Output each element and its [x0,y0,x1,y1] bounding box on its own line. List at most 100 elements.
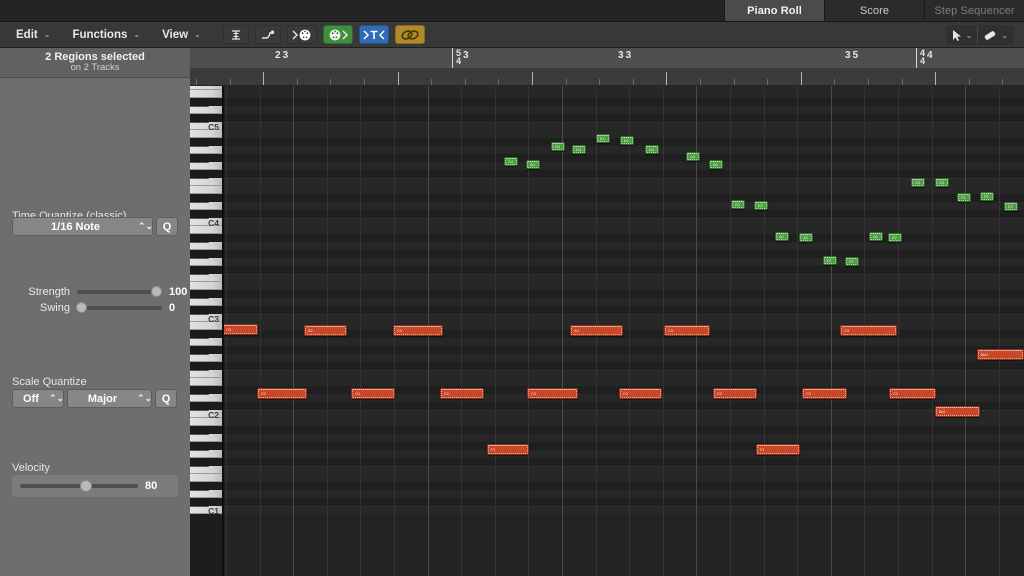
piano-black-key[interactable] [190,498,209,506]
piano-black-key[interactable] [190,482,209,490]
piano-white-key[interactable] [190,130,222,138]
piano-black-key[interactable] [190,346,209,354]
piano-white-key[interactable] [190,338,222,346]
note-orange[interactable]: C2 [802,388,847,399]
time-quantize-select[interactable]: 1/16 Note ⌃⌄ [12,217,153,236]
strength-slider-knob[interactable] [151,286,162,297]
note-green[interactable]: E3 [754,201,768,210]
note-green[interactable]: C4 [504,157,518,166]
pointer-tool[interactable]: ⌄ [947,26,978,44]
note-orange[interactable]: C2 [713,388,757,399]
piano-white-key[interactable] [190,298,222,306]
note-green[interactable]: A2 [799,233,813,242]
midi-thru-button[interactable] [358,25,389,44]
note-green[interactable]: F3 [980,192,994,201]
note-green[interactable]: E4 [596,134,610,143]
note-green[interactable]: A2 [869,232,883,241]
note-orange[interactable]: C2 [257,388,307,399]
tab-piano-roll[interactable]: Piano Roll [724,0,824,21]
piano-white-key[interactable] [190,466,222,474]
piano-keyboard[interactable]: C5 C4 C3 C2 C1 [190,86,222,576]
eraser-tool[interactable]: ⌄ [977,26,1013,44]
scale-quantize-scale-select[interactable]: Major ⌃⌄ [67,389,152,408]
piano-black-key[interactable] [190,426,209,434]
piano-black-key[interactable] [190,306,209,314]
piano-white-key[interactable] [190,258,222,266]
piano-white-key[interactable] [190,226,222,234]
piano-black-key[interactable] [190,234,209,242]
piano-black-key[interactable] [190,98,209,106]
piano-black-key[interactable] [190,458,209,466]
note-orange[interactable]: C3 [664,325,710,336]
note-orange[interactable]: C2 [440,388,484,399]
note-orange[interactable]: C3 [840,325,897,336]
piano-black-key[interactable] [190,290,209,298]
piano-black-key[interactable] [190,114,209,122]
note-green[interactable]: B3 [526,160,540,169]
piano-white-key[interactable] [190,474,222,482]
piano-black-key[interactable] [190,362,209,370]
piano-white-key[interactable] [190,242,222,250]
note-green[interactable]: G3 [911,178,925,187]
swing-slider[interactable] [76,302,162,313]
velocity-slider-knob[interactable] [80,479,92,492]
piano-white-key[interactable] [190,202,222,210]
note-green[interactable]: E3 [731,200,745,209]
note-orange[interactable]: C2 [619,388,662,399]
piano-white-key[interactable] [190,450,222,458]
note-green[interactable]: G3 [935,178,949,187]
note-orange[interactable]: C3 [393,325,443,336]
link-chain-button[interactable] [394,25,425,44]
scale-quantize-root-select[interactable]: Off ⌃⌄ [12,389,64,408]
piano-white-key[interactable] [190,354,222,362]
piano-black-key[interactable] [190,170,209,178]
note-green[interactable]: F3 [957,193,971,202]
note-green[interactable]: D4 [572,145,586,154]
note-green[interactable]: B3 [709,160,723,169]
menu-edit[interactable]: Edit ⌄ [8,26,56,44]
piano-black-key[interactable] [190,210,209,218]
note-orange[interactable]: C2 [351,388,395,399]
timeline-ruler[interactable]: 23 543 33 35 444 [190,48,1024,86]
piano-white-key[interactable] [190,106,222,114]
midi-out-button[interactable] [322,25,353,44]
hyper-draw-button[interactable] [222,25,249,44]
note-grid[interactable]: C4 B3 D4 D4 E4 E4 D4 C4 B3 E3 E3 A2 A2 F2 F2 A2 A2 G3 G3 F3… [224,86,1024,576]
piano-white-key[interactable] [190,90,222,98]
note-orange[interactable]: F1 [487,444,529,455]
piano-white-key[interactable] [190,274,222,282]
note-orange[interactable]: Bb2 [977,349,1024,360]
piano-white-key[interactable] [190,162,222,170]
note-orange[interactable]: B2 [304,325,347,336]
note-green[interactable]: F2 [845,257,859,266]
note-green[interactable]: E3 [1004,202,1018,211]
time-quantize-q-button[interactable]: Q [156,217,178,236]
menu-functions[interactable]: Functions ⌄ [64,26,146,44]
piano-white-key[interactable] [190,434,222,442]
piano-black-key[interactable] [190,330,209,338]
piano-black-key[interactable] [190,250,209,258]
note-green[interactable]: A2 [775,232,789,241]
swing-slider-knob[interactable] [76,302,87,313]
piano-white-key[interactable] [190,322,222,330]
note-green[interactable]: A2 [888,233,902,242]
note-green[interactable]: F2 [823,256,837,265]
note-orange[interactable]: C2 [889,388,936,399]
piano-white-key[interactable] [190,370,222,378]
piano-white-key[interactable] [190,490,222,498]
note-orange[interactable]: C3 [224,324,258,335]
piano-black-key[interactable] [190,154,209,162]
piano-white-key[interactable] [190,282,222,290]
piano-black-key[interactable] [190,442,209,450]
note-green[interactable]: C4 [686,152,700,161]
note-orange[interactable]: Bb1 [935,406,980,417]
piano-white-key[interactable] [190,418,222,426]
piano-white-key[interactable] [190,378,222,386]
piano-white-key[interactable] [190,394,222,402]
note-green[interactable]: E4 [620,136,634,145]
automation-curve-button[interactable] [254,25,281,44]
midi-in-button[interactable] [286,25,317,44]
piano-white-key[interactable] [190,146,222,154]
piano-black-key[interactable] [190,386,209,394]
piano-white-key[interactable] [190,186,222,194]
